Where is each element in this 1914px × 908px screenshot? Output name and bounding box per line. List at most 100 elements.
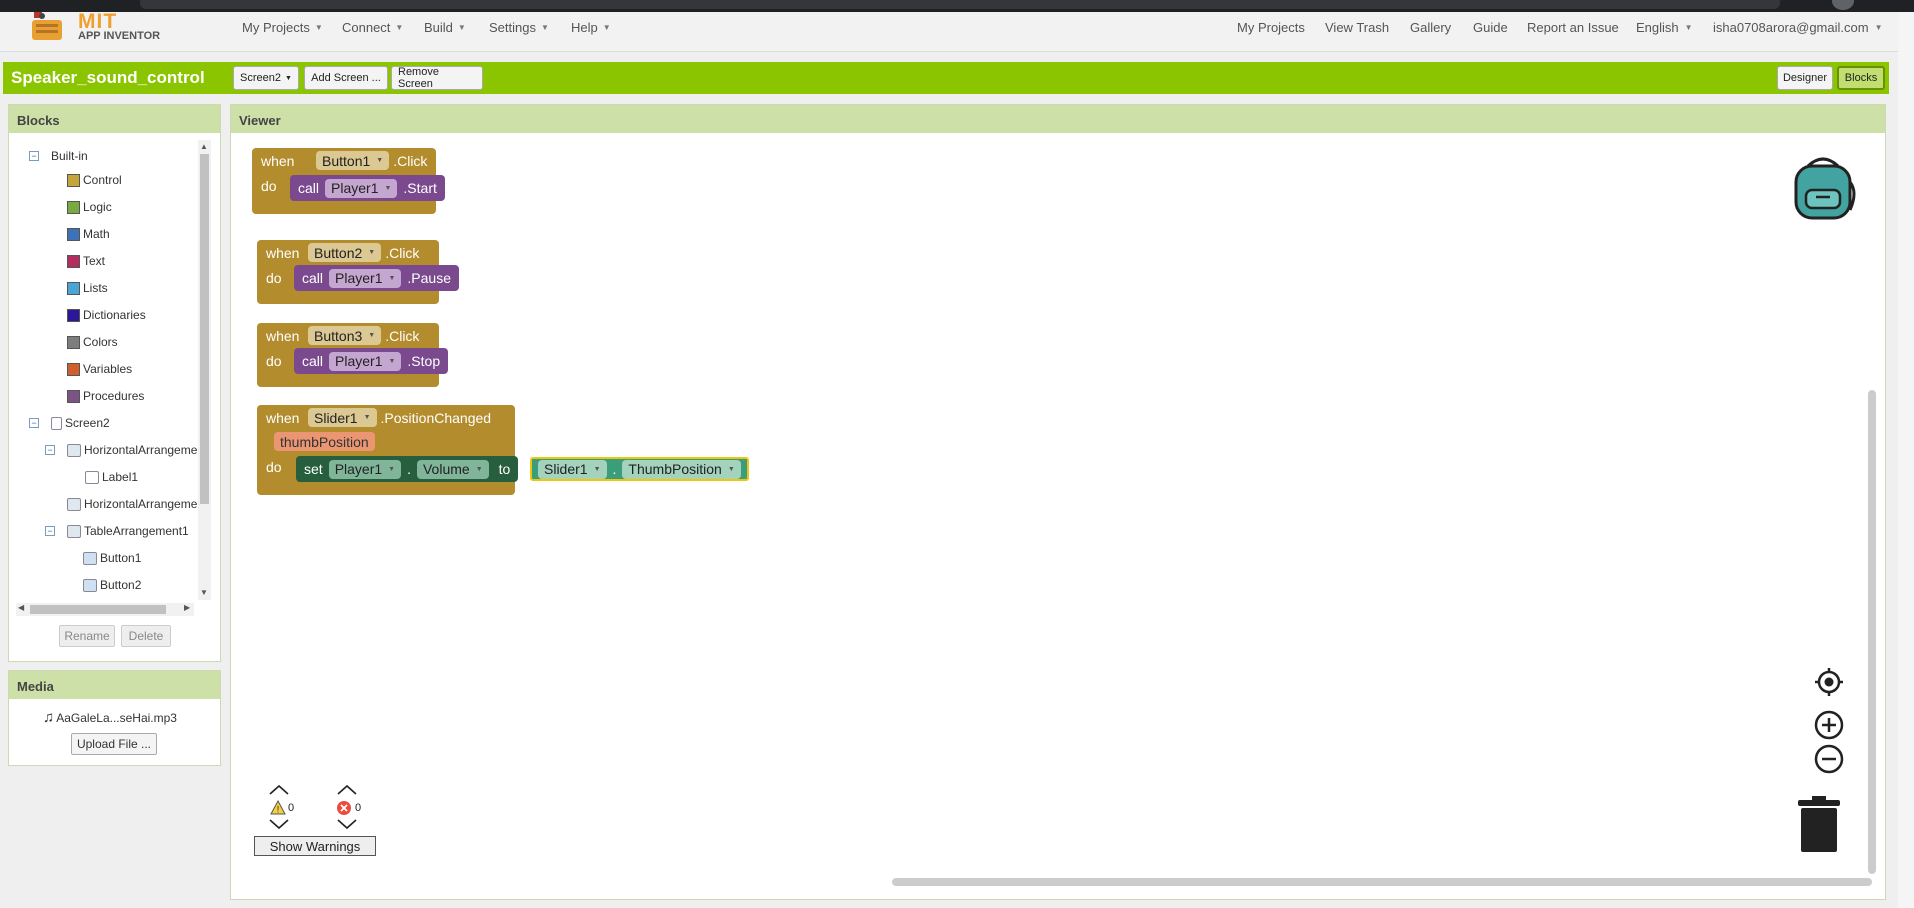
dot-separator: .: [407, 461, 411, 477]
call-keyword: call: [302, 353, 324, 369]
remove-screen-button[interactable]: Remove Screen: [391, 66, 483, 90]
property-dropdown[interactable]: Volume ▼: [416, 459, 489, 479]
tree-item-lists[interactable]: Lists: [67, 279, 108, 297]
app-inventor-logo[interactable]: MIT APP INVENTOR: [30, 10, 170, 46]
zoom-in-icon[interactable]: [1813, 709, 1845, 741]
menu-my-projects[interactable]: My Projects ▼: [242, 20, 323, 35]
param-thumb-position[interactable]: thumbPosition: [274, 432, 375, 451]
address-bar[interactable]: [140, 0, 1780, 9]
blocks-workspace[interactable]: when Button1 ▼ .Click do call Player1 ▼ .S…: [240, 134, 1882, 892]
menu-settings[interactable]: Settings ▼: [489, 20, 549, 35]
next-warning-arrow[interactable]: [268, 818, 290, 830]
tree-button2[interactable]: Button2: [83, 576, 141, 594]
collapse-icon[interactable]: −: [29, 151, 39, 161]
trash-icon[interactable]: [1796, 796, 1842, 854]
component-dropdown[interactable]: Player1 ▼: [329, 351, 402, 371]
caret-down-icon: ▼: [395, 23, 404, 32]
link-report-issue[interactable]: Report an Issue: [1527, 20, 1619, 35]
component-dropdown[interactable]: Button1 ▼: [316, 151, 390, 170]
tree-item-logic[interactable]: Logic: [67, 198, 112, 216]
tree-item-text[interactable]: Text: [67, 252, 105, 270]
user-menu[interactable]: isha0708arora@gmail.com ▼: [1713, 20, 1882, 35]
collapse-icon[interactable]: −: [45, 526, 55, 536]
link-my-projects[interactable]: My Projects: [1237, 20, 1305, 35]
component-dropdown[interactable]: Button2 ▼: [308, 243, 382, 262]
warning-counter: ! 0: [270, 800, 294, 815]
call-keyword: call: [298, 180, 320, 196]
component-dropdown[interactable]: Player1 ▼: [328, 459, 402, 479]
tree-item-control[interactable]: Control: [67, 171, 122, 189]
caret-down-icon: ▼: [540, 23, 549, 32]
blocks-button[interactable]: Blocks: [1837, 66, 1885, 90]
menu-build[interactable]: Build ▼: [424, 20, 466, 35]
dropdown-value: Player1: [335, 270, 383, 286]
scroll-down-icon[interactable]: ▼: [200, 588, 208, 597]
when-keyword: when: [266, 328, 300, 344]
menu-connect[interactable]: Connect ▼: [342, 20, 403, 35]
method-name: .Pause: [407, 270, 452, 286]
prev-warning-arrow[interactable]: [268, 784, 290, 796]
scroll-left-icon[interactable]: ◀: [18, 603, 24, 612]
designer-button[interactable]: Designer: [1777, 66, 1833, 90]
media-file-item[interactable]: ♫ AaGaleLa...seHai.mp3: [43, 709, 177, 726]
rename-button[interactable]: Rename: [59, 625, 115, 647]
tree-builtin[interactable]: − Built-in: [29, 147, 88, 165]
collapse-icon[interactable]: −: [29, 418, 39, 428]
caret-down-icon: ▼: [285, 74, 292, 82]
call-block-player1-start[interactable]: call Player1 ▼ .Start: [290, 175, 445, 201]
workspace-hscroll[interactable]: [892, 878, 1872, 886]
collapse-icon[interactable]: −: [45, 445, 55, 455]
scroll-up-icon[interactable]: ▲: [200, 142, 208, 151]
property-dropdown[interactable]: ThumbPosition ▼: [622, 459, 741, 479]
tree-label: Variables: [83, 362, 133, 376]
page-scrollbar[interactable]: [1898, 12, 1914, 908]
link-gallery[interactable]: Gallery: [1410, 20, 1451, 35]
workspace-vscroll[interactable]: [1868, 390, 1876, 874]
tree-screen2[interactable]: − Screen2: [29, 414, 110, 432]
blocks-tree-hscroll[interactable]: ◀ ▶: [16, 603, 194, 616]
link-guide[interactable]: Guide: [1473, 20, 1508, 35]
scroll-right-icon[interactable]: ▶: [184, 603, 190, 612]
language-menu[interactable]: English ▼: [1636, 20, 1693, 35]
dropdown-value: Player1: [334, 461, 383, 477]
menu-help[interactable]: Help ▼: [571, 20, 611, 35]
tree-item-variables[interactable]: Variables: [67, 360, 132, 378]
component-dropdown[interactable]: Slider1 ▼: [308, 408, 377, 427]
zoom-out-icon[interactable]: [1813, 743, 1845, 775]
next-error-arrow[interactable]: [336, 818, 358, 830]
scroll-thumb[interactable]: [200, 154, 209, 504]
tree-item-colors[interactable]: Colors: [67, 333, 118, 351]
screen-select-label: Screen2: [240, 72, 282, 84]
caret-down-icon: ▼: [457, 23, 466, 32]
component-dropdown[interactable]: Slider1 ▼: [538, 459, 607, 479]
call-block-player1-stop[interactable]: call Player1 ▼ .Stop: [294, 348, 449, 374]
get-block-slider1-thumb-position[interactable]: Slider1 ▼ . ThumbPosition ▼: [530, 457, 749, 481]
link-view-trash[interactable]: View Trash: [1325, 20, 1389, 35]
show-warnings-button[interactable]: Show Warnings: [254, 836, 376, 856]
dropdown-value: Slider1: [314, 409, 358, 426]
add-screen-button[interactable]: Add Screen ...: [304, 66, 388, 90]
prev-error-arrow[interactable]: [336, 784, 358, 796]
component-dropdown[interactable]: Button3 ▼: [308, 326, 382, 345]
swatch-icon: [67, 227, 80, 241]
screen-select-button[interactable]: Screen2 ▼: [233, 66, 299, 90]
scroll-thumb[interactable]: [30, 605, 166, 614]
tree-button1[interactable]: Button1: [83, 549, 141, 567]
component-dropdown[interactable]: Player1 ▼: [329, 268, 402, 288]
component-dropdown[interactable]: Player1 ▼: [325, 178, 398, 198]
recenter-icon[interactable]: [1813, 666, 1845, 698]
tree-horizontal-arrangement-2[interactable]: HorizontalArrangement2: [67, 495, 207, 513]
set-block-player1-volume[interactable]: set Player1 ▼ . Volume ▼ to: [296, 456, 519, 482]
tree-item-procedures[interactable]: Procedures: [67, 387, 144, 405]
profile-icon[interactable]: [1832, 0, 1854, 10]
tree-horizontal-arrangement-1[interactable]: − HorizontalArrangement1: [45, 441, 207, 459]
tree-table-arrangement[interactable]: − TableArrangement1: [45, 522, 189, 540]
tree-label1[interactable]: Label1: [85, 468, 138, 486]
delete-button[interactable]: Delete: [121, 625, 171, 647]
call-block-player1-pause[interactable]: call Player1 ▼ .Pause: [294, 265, 460, 291]
blocks-tree-vscroll[interactable]: ▲ ▼: [198, 140, 211, 600]
tree-item-dictionaries[interactable]: Dictionaries: [67, 306, 146, 324]
upload-file-button[interactable]: Upload File ...: [71, 733, 157, 755]
backpack-icon[interactable]: [1788, 152, 1858, 222]
tree-item-math[interactable]: Math: [67, 225, 110, 243]
